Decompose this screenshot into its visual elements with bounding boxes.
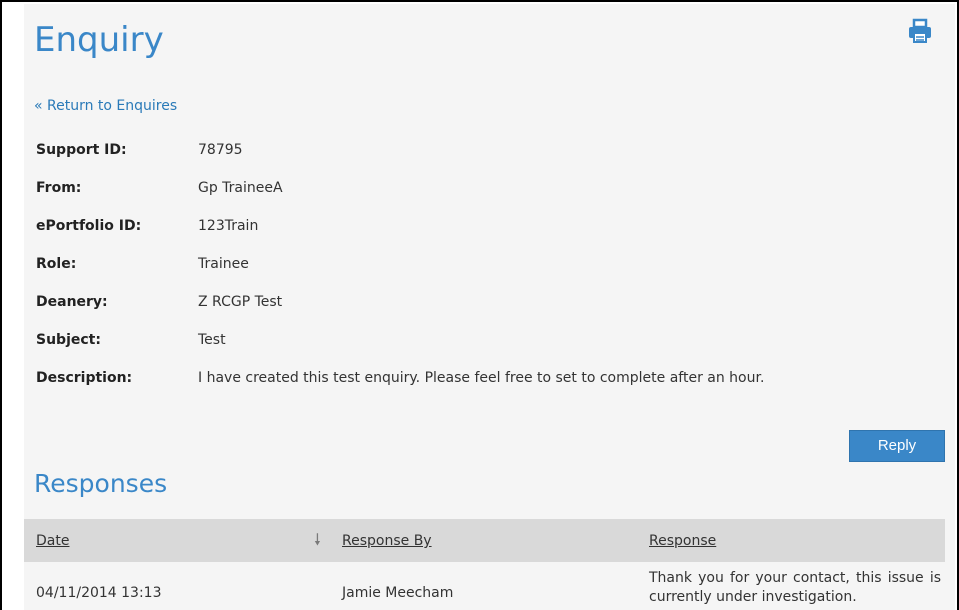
subject-value: Test: [198, 332, 226, 348]
eportfolio-id-label: ePortfolio ID:: [36, 218, 142, 234]
role-label: Role:: [36, 256, 77, 272]
subject-label: Subject:: [36, 332, 101, 348]
support-id-label: Support ID:: [36, 142, 127, 158]
column-header-response-by[interactable]: Response By: [342, 531, 432, 551]
enquiry-panel: Enquiry « Return to Enquires Support ID:…: [24, 4, 955, 610]
table-row: 04/11/2014 13:13 Jamie Meecham Thank you…: [24, 562, 945, 610]
from-label: From:: [36, 180, 82, 196]
column-header-response[interactable]: Response: [649, 531, 716, 551]
column-header-date[interactable]: Date: [36, 531, 69, 551]
sort-down-arrow-icon: 🠗: [314, 530, 321, 549]
responses-title: Responses: [34, 469, 168, 498]
from-value: Gp TraineeA: [198, 180, 283, 196]
description-value: I have created this test enquiry. Please…: [198, 370, 765, 386]
response-by: Jamie Meecham: [342, 585, 454, 601]
responses-table-header: Date 🠗 Response By Response: [24, 519, 945, 562]
reply-button[interactable]: Reply: [849, 430, 945, 462]
support-id-value: 78795: [198, 142, 243, 158]
response-date: 04/11/2014 13:13: [36, 585, 162, 601]
window-frame: Enquiry « Return to Enquires Support ID:…: [0, 0, 959, 610]
eportfolio-id-value: 123Train: [198, 218, 259, 234]
deanery-label: Deanery:: [36, 294, 108, 310]
response-text: Thank you for your contact, this issue i…: [649, 570, 941, 605]
printer-icon[interactable]: [907, 18, 933, 44]
page-title: Enquiry: [34, 20, 164, 60]
deanery-value: Z RCGP Test: [198, 294, 283, 310]
description-label: Description:: [36, 370, 133, 386]
return-to-enquiries-link[interactable]: « Return to Enquires: [34, 96, 177, 116]
role-value: Trainee: [198, 256, 249, 272]
